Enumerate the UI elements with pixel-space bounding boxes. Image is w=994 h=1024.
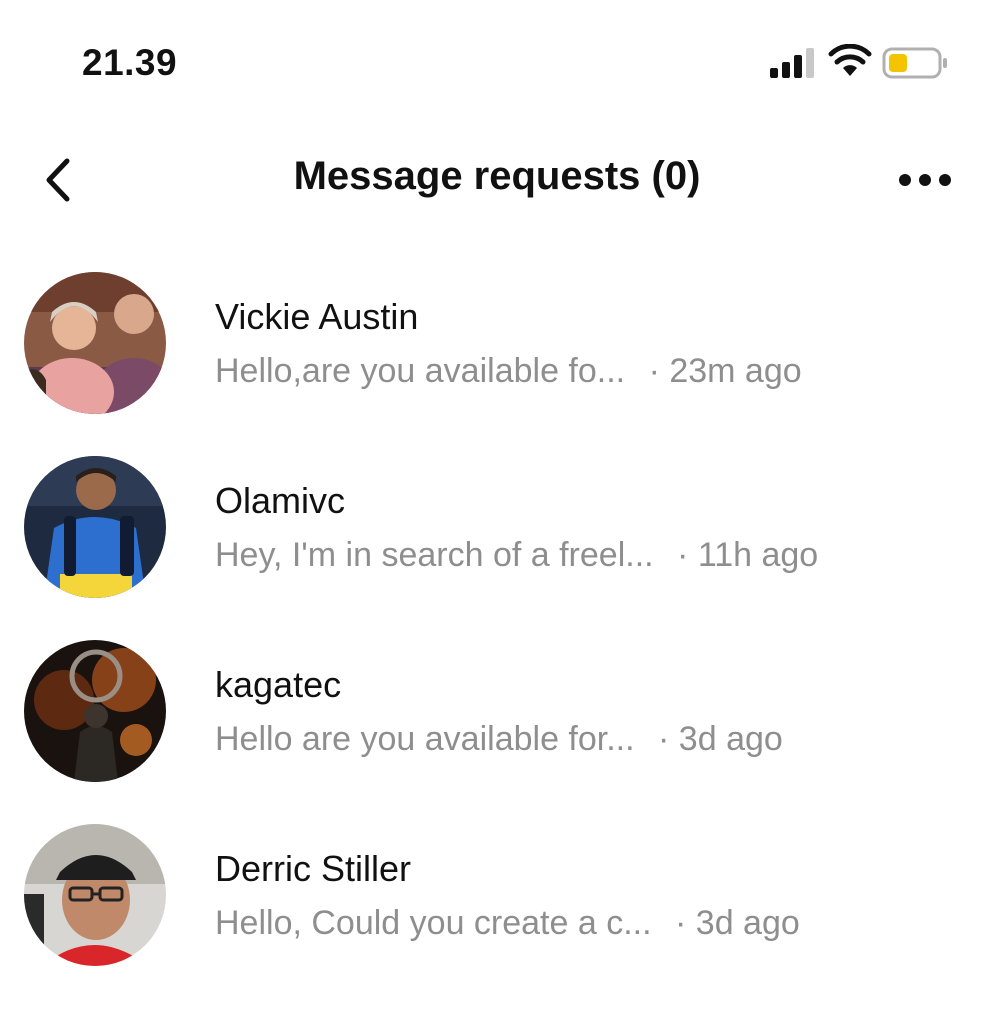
- avatar-photo: [24, 456, 166, 598]
- more-options-button[interactable]: [890, 156, 960, 204]
- sender-name: Derric Stiller: [215, 848, 412, 889]
- wifi-icon: [828, 44, 872, 76]
- avatar-photo: [24, 640, 166, 782]
- avatar[interactable]: [24, 640, 166, 782]
- avatar-photo: [24, 824, 166, 966]
- status-time: 21.39: [82, 42, 178, 83]
- timestamp: · 3d ago: [658, 720, 783, 758]
- more-horizontal-icon: [899, 174, 951, 186]
- preview-text: Hello, Could you create a c...: [215, 904, 652, 942]
- avatar[interactable]: [24, 456, 166, 598]
- sender-name: Olamivc: [215, 480, 346, 521]
- avatar[interactable]: [24, 272, 166, 414]
- message-preview: Hey, I'm in search of a freel... · 11h a…: [215, 536, 818, 575]
- timestamp: · 23m ago: [648, 352, 802, 390]
- page-title: Message requests (0): [293, 154, 701, 198]
- avatar-photo: [24, 272, 166, 414]
- timestamp: · 11h ago: [677, 536, 819, 574]
- timestamp: · 3d ago: [675, 904, 800, 942]
- battery-icon: [882, 47, 947, 79]
- header: Message requests (0): [0, 140, 994, 220]
- message-request-list: Vickie Austin Hello,are you available fo…: [0, 260, 994, 996]
- message-request-row[interactable]: Derric Stiller Hello, Could you create a…: [0, 812, 994, 996]
- sender-name: kagatec: [215, 664, 342, 705]
- avatar[interactable]: [24, 824, 166, 966]
- preview-text: Hey, I'm in search of a freel...: [215, 536, 654, 574]
- message-preview: Hello are you available for... · 3d ago: [215, 720, 783, 759]
- status-bar: 21.39: [0, 0, 994, 130]
- message-preview: Hello,are you available fo... · 23m ago: [215, 352, 802, 391]
- sender-name: Vickie Austin: [215, 296, 419, 337]
- signal-icon: [770, 48, 814, 78]
- message-request-row[interactable]: Vickie Austin Hello,are you available fo…: [0, 260, 994, 444]
- message-preview: Hello, Could you create a c... · 3d ago: [215, 904, 800, 943]
- message-request-row[interactable]: kagatec Hello are you available for... ·…: [0, 628, 994, 812]
- message-request-row[interactable]: Olamivc Hey, I'm in search of a freel...…: [0, 444, 994, 628]
- preview-text: Hello are you available for...: [215, 720, 635, 758]
- message-requests-screen: 21.39 Message requests (0) Vickie Austin…: [0, 0, 994, 1024]
- preview-text: Hello,are you available fo...: [215, 352, 626, 390]
